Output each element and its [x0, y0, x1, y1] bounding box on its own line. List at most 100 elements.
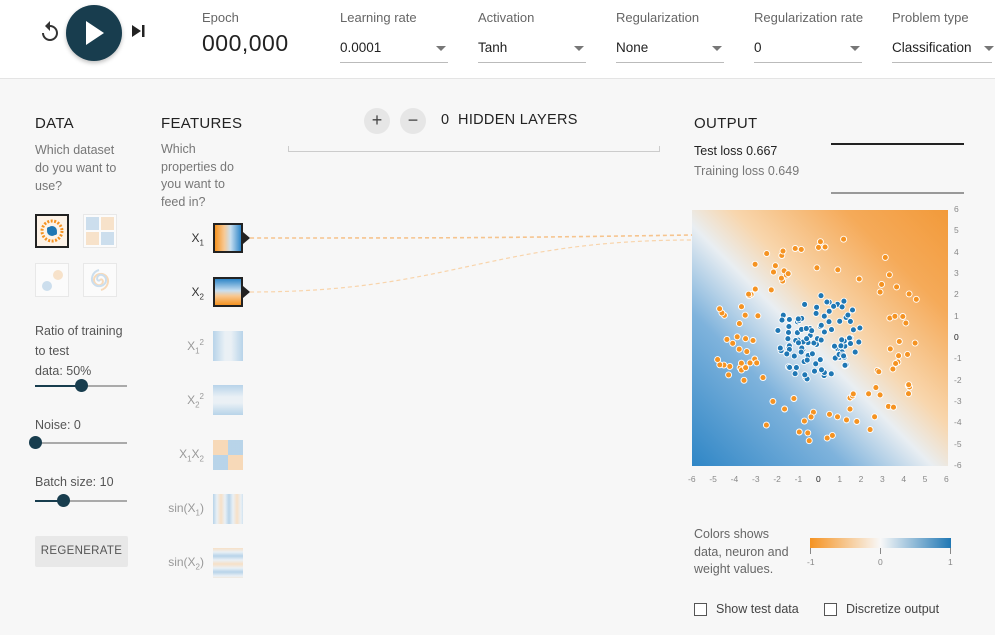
data-point	[801, 371, 809, 379]
chevron-down-icon	[850, 46, 860, 51]
y-tick-label: -3	[954, 396, 962, 406]
discretize-output-label: Discretize output	[846, 602, 940, 616]
dataset-gauss[interactable]	[35, 263, 69, 297]
data-point	[811, 367, 818, 375]
batch-size-slider[interactable]	[35, 494, 127, 507]
data-point	[847, 340, 854, 348]
data-point	[853, 418, 861, 425]
x-tick-label: 6	[944, 474, 949, 484]
problem-type-select[interactable]: Classification	[892, 38, 994, 63]
data-description: Which dataset do you want to use?	[35, 141, 116, 195]
activation-label: Activation	[478, 10, 535, 25]
output-title: OUTPUT	[694, 115, 758, 132]
dataset-xor[interactable]	[83, 214, 117, 248]
y-tick-label: -1	[954, 353, 962, 364]
y-tick-label: 2	[954, 289, 959, 300]
x-tick-label: 0	[816, 474, 821, 484]
features-desc-line: properties do	[161, 159, 234, 174]
ratio-slider-thumb[interactable]	[75, 379, 88, 392]
feature-sup: 2	[199, 338, 204, 347]
noise-slider[interactable]	[29, 436, 127, 449]
data-point	[825, 307, 833, 315]
learning-rate-select[interactable]: 0.0001	[340, 38, 448, 63]
feature-sub: 1	[195, 346, 200, 356]
regularization-select[interactable]: None	[616, 38, 724, 63]
feature-sup: 2	[199, 392, 204, 401]
dataset-spiral[interactable]	[83, 263, 117, 297]
ratio-slider[interactable]	[35, 379, 127, 392]
add-layer-button[interactable]: +	[364, 108, 390, 134]
feature-mid: X	[191, 447, 200, 461]
data-point	[911, 339, 919, 347]
ratio-label-line: to test	[35, 344, 70, 358]
data-point	[802, 325, 810, 333]
regenerate-button[interactable]: REGENERATE	[35, 536, 128, 567]
feature-x1x2[interactable]	[213, 440, 243, 470]
problem-type-value: Classification	[892, 40, 972, 55]
data-point	[791, 245, 799, 252]
noise-slider-thumb[interactable]	[29, 436, 42, 449]
data-point	[803, 335, 811, 343]
data-point	[849, 326, 857, 334]
data-point	[816, 356, 824, 364]
data-point	[753, 359, 761, 367]
data-point	[893, 283, 901, 291]
data-point	[763, 250, 771, 258]
feature-base: sin(X	[168, 501, 196, 515]
checkbox-box[interactable]	[824, 603, 837, 616]
feature-label-x1: X1	[164, 231, 204, 247]
feature-x2-squared[interactable]	[213, 385, 243, 415]
data-point	[729, 339, 737, 347]
batch-size-slider-thumb[interactable]	[56, 494, 70, 507]
regularization-value: None	[616, 40, 649, 55]
data-point	[825, 318, 833, 326]
data-point	[828, 431, 836, 439]
show-test-data-checkbox[interactable]: Show test data	[694, 602, 799, 616]
y-tick-label: -6	[954, 460, 962, 470]
step-button[interactable]	[129, 21, 149, 41]
data-point	[817, 336, 825, 344]
dataset-circle[interactable]	[35, 214, 69, 248]
data-point	[876, 288, 884, 296]
x-tick-label: 5	[922, 474, 928, 484]
remove-layer-button[interactable]: −	[400, 108, 426, 134]
x-tick-label: 1	[837, 474, 843, 484]
learning-rate-value: 0.0001	[340, 40, 382, 55]
discretize-output-checkbox[interactable]: Discretize output	[824, 602, 939, 616]
features-description: Which properties do you want to feed in?	[161, 141, 234, 211]
data-point	[904, 350, 911, 358]
data-desc-line: do you want to	[35, 161, 117, 175]
learning-rate-label: Learning rate	[340, 10, 417, 25]
data-point	[851, 348, 859, 356]
data-point	[837, 342, 845, 350]
feature-sin-x2[interactable]	[213, 548, 243, 578]
data-point	[841, 361, 849, 369]
spiral-dataset-icon	[84, 264, 116, 296]
activation-select[interactable]: Tanh	[478, 38, 586, 63]
regularization-rate-select[interactable]: 0	[754, 38, 862, 63]
checkbox-box[interactable]	[694, 603, 707, 616]
regularization-rate-label: Regularization rate	[754, 10, 864, 25]
feature-x1-squared[interactable]	[213, 331, 243, 361]
y-tick-label: -5	[954, 438, 962, 449]
x-tick-label: -3	[752, 474, 760, 484]
data-point	[785, 323, 793, 330]
feature-label-x1-squared: X12	[164, 338, 204, 355]
feature-x2[interactable]	[213, 277, 243, 307]
y-tick-label: 0	[954, 332, 959, 342]
play-button[interactable]	[66, 5, 122, 61]
feature-sin-x1[interactable]	[213, 494, 243, 524]
feature-x1[interactable]	[213, 223, 243, 253]
data-point	[816, 238, 824, 246]
color-scale-label-mid: 0	[878, 557, 883, 567]
data-point	[895, 352, 903, 360]
hidden-layers-label: HIDDEN LAYERS	[458, 112, 578, 128]
x-tick-label: 3	[880, 474, 885, 484]
y-tick-label: 1	[954, 310, 959, 321]
data-desc-line: use?	[35, 179, 63, 193]
data-point	[741, 311, 749, 319]
data-point	[895, 338, 903, 345]
feature-sub: 2	[199, 454, 204, 464]
features-desc-line: you want to	[161, 177, 225, 191]
reset-button[interactable]	[38, 20, 62, 44]
